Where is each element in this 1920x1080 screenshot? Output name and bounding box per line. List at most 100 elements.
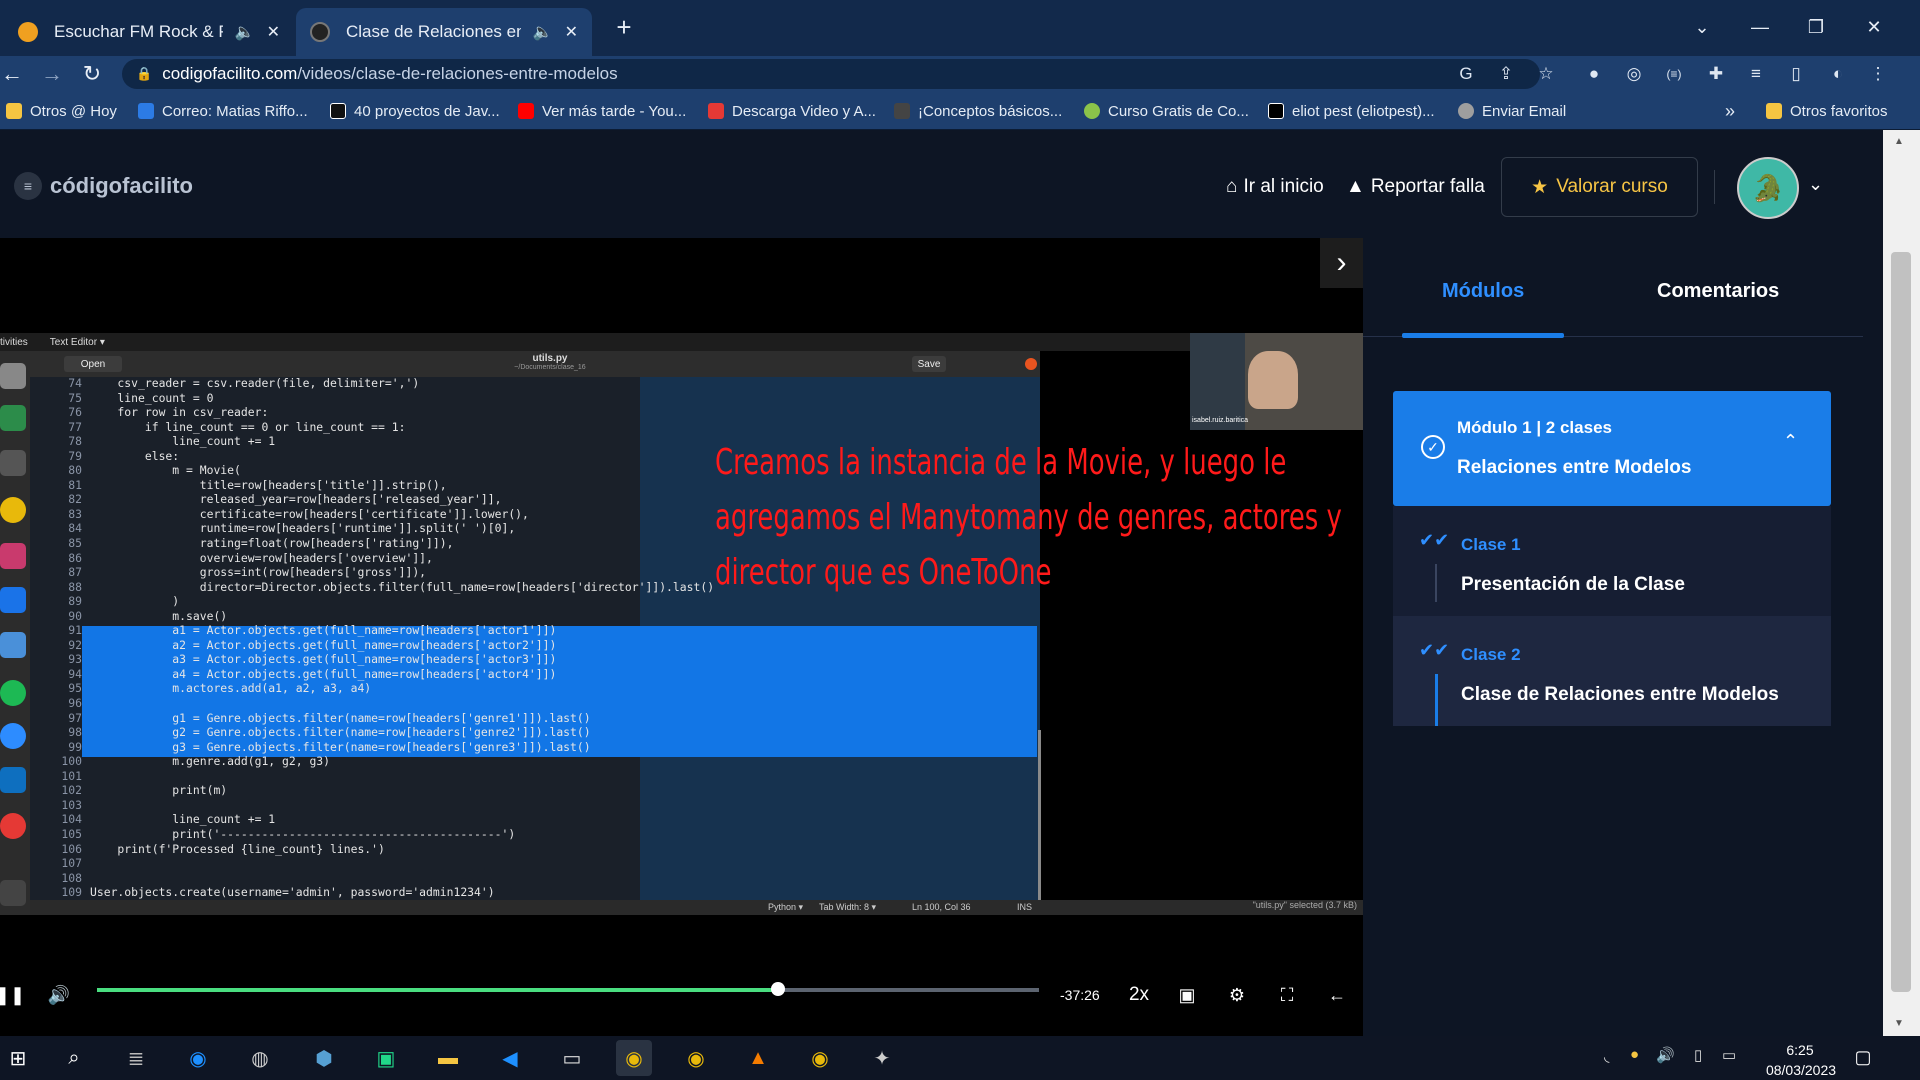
file-explorer-icon[interactable]: ▬: [430, 1040, 466, 1076]
chrome-icon[interactable]: ◉: [802, 1040, 838, 1076]
code-line: 74 csv_reader = csv.reader(file, delimit…: [44, 376, 1034, 391]
battery-icon[interactable]: ▭: [1722, 1046, 1736, 1064]
bookmark-item[interactable]: Curso Gratis de Co...: [1084, 92, 1249, 130]
page-scrollbar[interactable]: ▲ ▼: [1883, 130, 1920, 1036]
line-number: 88: [68, 579, 82, 594]
active-tab-indicator: [1402, 333, 1564, 338]
bookmark-item[interactable]: Ver más tarde - You...: [518, 92, 686, 130]
media-icon[interactable]: ≡: [1740, 58, 1772, 90]
module-count: Módulo 1 | 2 clases: [1457, 418, 1612, 437]
browser-tab-active[interactable]: Clase de Relaciones entre Mo 🔈 ✕: [296, 8, 592, 56]
clock-time[interactable]: 6:25: [1760, 1042, 1840, 1058]
back-arrow-icon[interactable]: ←: [1322, 980, 1352, 1010]
vscode-icon[interactable]: ◀: [492, 1040, 528, 1076]
line-number: 82: [68, 492, 82, 507]
notification-icon[interactable]: ▢: [1848, 1042, 1878, 1072]
profile-icon[interactable]: ◐: [1822, 58, 1854, 90]
line-text: runtime=row[headers['runtime']].split(' …: [90, 521, 516, 536]
pycharm-icon[interactable]: ▣: [368, 1040, 404, 1076]
edge-icon[interactable]: ◉: [180, 1040, 216, 1076]
forward-icon[interactable]: →: [32, 56, 72, 92]
site-logo[interactable]: ≡ códigofacilito: [14, 172, 193, 200]
chrome-icon: [0, 497, 26, 523]
database-icon[interactable]: ≣: [118, 1040, 154, 1076]
video-progress-thumb[interactable]: [771, 982, 786, 996]
video-progress-fill: [97, 988, 779, 992]
tab-close-icon[interactable]: ✕: [267, 22, 280, 42]
clock-date[interactable]: 08/03/2023: [1756, 1062, 1846, 1078]
app-icon[interactable]: ✦: [864, 1040, 900, 1076]
line-number: 79: [68, 448, 82, 463]
lesson-item[interactable]: ✔✔ Clase 1 Presentación de la Clase: [1393, 506, 1831, 616]
reload-icon[interactable]: ↻: [72, 56, 112, 92]
browser-tab-radio[interactable]: Escuchar FM Rock & Pop en 🔈 ✕: [4, 8, 294, 56]
tab-close-icon[interactable]: ✕: [565, 22, 578, 42]
bookmark-item[interactable]: Descarga Video y A...: [708, 92, 876, 130]
star-icon[interactable]: ☆: [1530, 58, 1562, 90]
next-video-button[interactable]: ›: [1320, 238, 1363, 288]
extension-radio-icon[interactable]: (≡): [1658, 58, 1690, 90]
extension-blue-icon[interactable]: ●: [1578, 58, 1610, 90]
vlc-icon[interactable]: ▲: [740, 1040, 776, 1076]
terminal-icon[interactable]: ▭: [554, 1040, 590, 1076]
line-number: 87: [68, 565, 82, 580]
tab-comments[interactable]: Comentarios: [1657, 280, 1779, 303]
bookmark-item[interactable]: Correo: Matias Riffo...: [138, 92, 308, 130]
network-icon[interactable]: ◟: [1604, 1048, 1609, 1065]
address-bar[interactable]: 🔒 codigofacilito.com /videos/clase-de-re…: [122, 59, 1540, 89]
chevron-up-icon[interactable]: ⌃: [1783, 431, 1798, 452]
search-icon[interactable]: ⌕: [56, 1040, 92, 1076]
speaker-icon[interactable]: 🔈: [235, 22, 255, 42]
bookmarks-more-button[interactable]: »: [1725, 92, 1735, 130]
scroll-down-icon[interactable]: ▼: [1894, 1018, 1904, 1029]
pip-icon[interactable]: ▣: [1172, 980, 1202, 1010]
lesson-item-active[interactable]: ✔✔ Clase 2 Clase de Relaciones entre Mod…: [1393, 616, 1831, 726]
line-number: 94: [68, 666, 82, 681]
back-icon[interactable]: ←: [0, 56, 32, 92]
scroll-up-icon[interactable]: ▲: [1894, 136, 1904, 147]
avatar[interactable]: 🐊: [1737, 157, 1799, 219]
new-tab-button[interactable]: +: [596, 8, 652, 46]
extension-grey-icon[interactable]: ◎: [1618, 58, 1650, 90]
module-header[interactable]: ✓ Módulo 1 | 2 clases Relaciones entre M…: [1393, 391, 1831, 506]
tab-search-icon[interactable]: ⌄: [1674, 8, 1730, 46]
other-favorites[interactable]: Otros favoritos: [1766, 92, 1888, 130]
chrome-icon[interactable]: ◉: [616, 1040, 652, 1076]
chevron-down-icon[interactable]: ⌄: [1808, 174, 1823, 195]
pause-icon[interactable]: ❚❚: [0, 980, 25, 1010]
close-window-icon[interactable]: ✕: [1846, 8, 1902, 46]
volume-icon[interactable]: 🔊: [44, 980, 74, 1010]
report-link[interactable]: ▲ Reportar falla: [1346, 172, 1485, 202]
rate-course-button[interactable]: ★ Valorar curso: [1501, 157, 1698, 217]
bookmark-item[interactable]: 40 proyectos de Jav...: [330, 92, 500, 130]
google-icon[interactable]: G: [1450, 58, 1482, 90]
menu-dots-icon[interactable]: ⋮: [1862, 58, 1894, 90]
chrome-profile-icon[interactable]: ◉: [678, 1040, 714, 1076]
bookmark-item[interactable]: Enviar Email: [1458, 92, 1566, 130]
eclipse-icon[interactable]: ◍: [242, 1040, 278, 1076]
home-link[interactable]: ⌂ Ir al inicio: [1226, 172, 1324, 202]
fullscreen-icon[interactable]: ⛶: [1272, 980, 1302, 1010]
url-domain: codigofacilito.com: [162, 64, 298, 83]
restore-icon[interactable]: ❐: [1788, 8, 1844, 46]
minimize-icon[interactable]: —: [1732, 8, 1788, 46]
settings-icon[interactable]: ⚙: [1222, 980, 1252, 1010]
speaker-icon[interactable]: 🔈: [533, 22, 553, 42]
tray-icon[interactable]: ●: [1630, 1046, 1639, 1063]
line-text: g3 = Genre.objects.filter(name=row[heade…: [90, 739, 591, 754]
tab-modules[interactable]: Módulos: [1442, 280, 1524, 303]
speed-button[interactable]: 2x: [1124, 980, 1154, 1010]
share-icon[interactable]: ⇪: [1490, 58, 1522, 90]
bookmark-item[interactable]: ¡Conceptos básicos...: [894, 92, 1062, 130]
windows-start-icon[interactable]: ⊞: [0, 1040, 36, 1076]
usb-icon[interactable]: ▯: [1694, 1046, 1702, 1064]
scrollbar-thumb[interactable]: [1891, 252, 1911, 992]
python-icon[interactable]: ⬢: [306, 1040, 342, 1076]
volume-tray-icon[interactable]: 🔊: [1656, 1046, 1675, 1064]
warning-icon: ▲: [1346, 176, 1365, 197]
bookmark-item[interactable]: eliot pest (eliotpest)...: [1268, 92, 1435, 130]
line-text: certificate=row[headers['certificate']].…: [90, 506, 529, 521]
bookmark-item[interactable]: Otros @ Hoy: [6, 92, 117, 130]
sidebar-toggle-icon[interactable]: ▯: [1780, 58, 1812, 90]
puzzle-icon[interactable]: ✚: [1700, 58, 1732, 90]
